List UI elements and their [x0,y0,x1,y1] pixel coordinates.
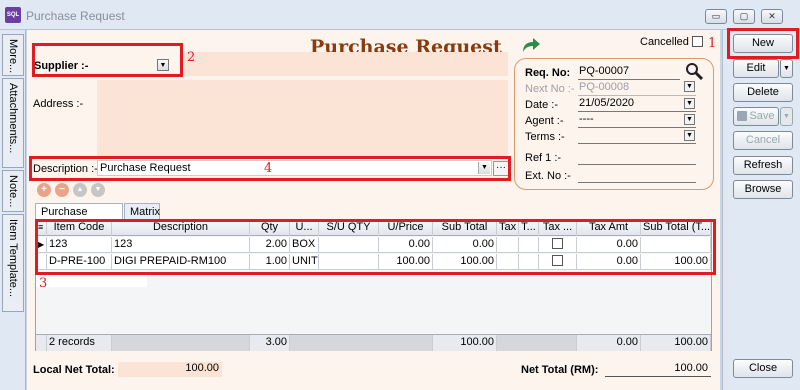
side-tab-note[interactable]: Note... [2,170,24,212]
annotation-1: 1 [708,36,717,51]
search-icon[interactable] [685,62,703,80]
document-info-panel: Req. No: PQ-00007 Next No :- PQ-00008 Da… [514,58,714,190]
footer-qty-total: 3.00 [250,335,290,351]
address-label: Address :- [33,98,84,110]
tab-matrix[interactable]: Matrix [124,203,160,219]
delete-button[interactable]: Delete [733,83,793,102]
req-no-label: Req. No: [525,67,571,79]
save-dropdown-icon[interactable]: ▼ [780,107,793,126]
ref-1-field[interactable] [578,150,696,165]
next-no-dropdown-icon[interactable]: ▼ [684,81,695,92]
footer-gap [36,335,47,351]
title-bar: SQL Purchase Request ▭ ▢ ✕ [0,0,800,30]
grid-footer: 2 records 3.00 100.00 0.00 100.00 [36,334,711,351]
refresh-button[interactable]: Refresh [733,156,793,175]
supplier-name-field[interactable] [182,52,508,76]
highlight-supplier [32,43,183,77]
footer-tax-amt: 0.00 [577,335,641,351]
floppy-disk-icon [737,111,747,121]
totals-bar: Local Net Total: 100.00 Net Total (RM): … [27,358,720,384]
address-field[interactable] [97,80,508,156]
footer-tax-blank [497,335,577,351]
edit-dropdown-icon[interactable]: ▼ [780,59,793,78]
terms-label: Terms :- [525,131,565,143]
move-down-icon[interactable]: ▼ [91,183,105,197]
close-window-button[interactable]: ✕ [761,9,783,24]
terms-field[interactable] [578,129,696,144]
net-total-label: Net Total (RM): [521,364,599,376]
purchase-request-form: Purchase Request Cancelled Supplier :- ▼… [27,30,720,390]
cancelled-box[interactable] [691,36,703,47]
side-tab-attachments[interactable]: Attachments... [2,78,24,168]
next-no-label: Next No :- [525,83,575,95]
highlight-items-grid [35,219,716,275]
close-button[interactable]: Close [733,359,793,378]
side-tab-item-template[interactable]: Item Template... [2,214,24,312]
remove-row-icon[interactable]: − [55,183,69,197]
save-button[interactable]: Save [733,107,779,126]
side-tab-more[interactable]: More... [2,34,24,76]
app-icon: SQL [5,7,21,23]
local-net-total-value: 100.00 [118,362,222,377]
annotation-3: 3 [39,276,48,291]
record-count: 2 records [47,335,112,351]
footer-sub-total-tax: 100.00 [641,335,711,351]
tab-purchase-request[interactable]: Purchase Request [35,203,123,230]
net-total-value: 100.00 [605,362,711,377]
cancel-button[interactable]: Cancel [733,131,793,150]
date-field[interactable]: 21/05/2020 [578,97,696,112]
highlight-new-button [727,28,799,59]
action-button-panel: New Edit ▼ Delete Save ▼ Cancel Refresh … [722,28,800,390]
ext-no-field[interactable] [578,168,696,183]
agent-dropdown-icon[interactable]: ▼ [684,114,695,125]
local-net-total-label: Local Net Total: [33,364,115,376]
date-label: Date :- [525,99,559,111]
annotation-4: 4 [264,161,273,176]
terms-dropdown-icon[interactable]: ▼ [684,130,695,141]
window-title: Purchase Request [26,9,125,23]
next-no-field[interactable]: PQ-00008 [578,81,696,96]
cancelled-checkbox[interactable]: Cancelled [640,36,703,48]
move-up-icon[interactable]: ▲ [73,183,87,197]
footer-description [112,335,250,351]
agent-field[interactable]: ---- [578,113,696,128]
footer-sub-total: 100.00 [433,335,497,351]
annotation-2: 2 [187,50,196,65]
forward-arrow-icon[interactable] [521,36,541,54]
agent-label: Agent :- [525,115,564,127]
minimize-button[interactable]: ▭ [705,9,727,24]
add-row-icon[interactable]: + [37,183,51,197]
edit-button[interactable]: Edit [733,59,779,78]
footer-blank [290,335,433,351]
req-no-field[interactable]: PQ-00007 [578,65,680,80]
ref-1-label: Ref 1 :- [525,152,562,164]
browse-button[interactable]: Browse [733,180,793,199]
date-dropdown-icon[interactable]: ▼ [684,98,695,109]
side-tabs: More... Attachments... Note... Item Temp… [0,30,26,390]
maximize-button[interactable]: ▢ [733,9,755,24]
ext-no-label: Ext. No :- [525,170,571,182]
